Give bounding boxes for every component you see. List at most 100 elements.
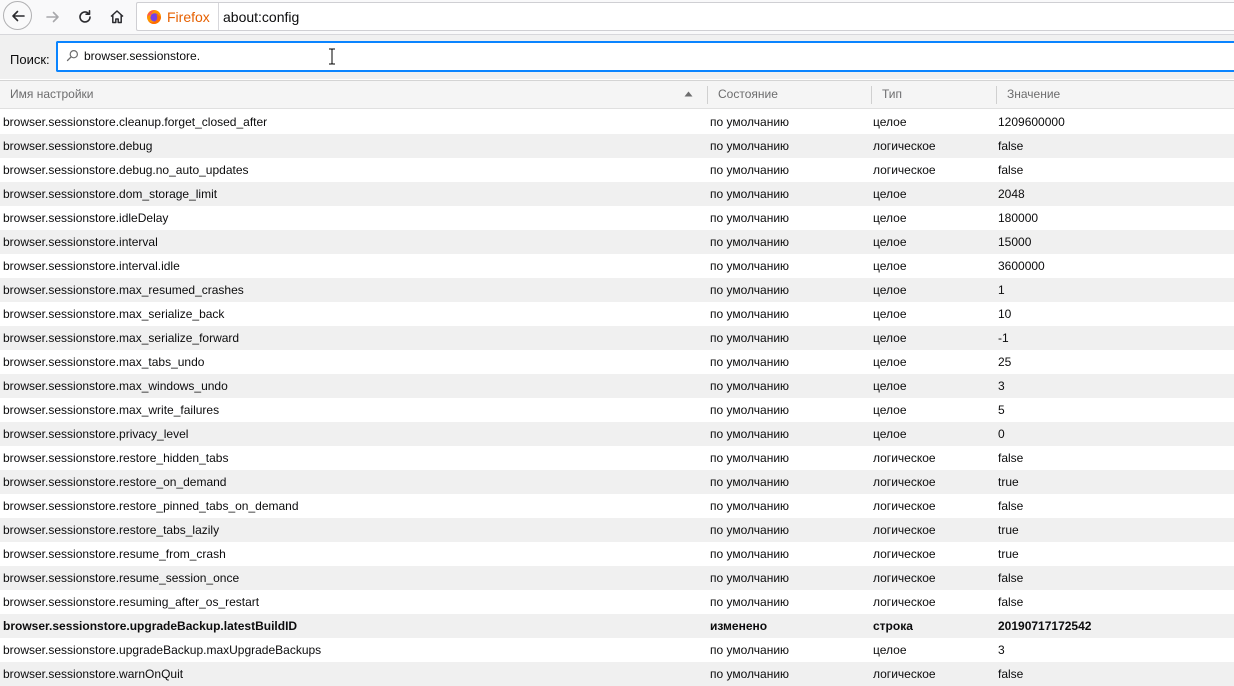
pref-name-cell: browser.sessionstore.max_serialize_forwa… — [3, 331, 240, 345]
pref-name-cell: browser.sessionstore.interval.idle — [3, 259, 180, 273]
pref-value-cell: false — [998, 163, 1024, 177]
pref-value-cell: 15000 — [998, 235, 1032, 249]
pref-value-cell: 1 — [998, 283, 1005, 297]
table-row[interactable]: browser.sessionstore.restore_tabs_lazily… — [0, 518, 1234, 542]
table-row[interactable]: browser.sessionstore.upgradeBackup.lates… — [0, 614, 1234, 638]
search-icon — [66, 49, 79, 62]
pref-type-cell: целое — [873, 115, 907, 129]
pref-status-cell: по умолчанию — [710, 163, 790, 177]
home-button[interactable] — [102, 2, 132, 32]
pref-name-cell: browser.sessionstore.restore_tabs_lazily — [3, 523, 220, 537]
back-button[interactable] — [3, 1, 32, 30]
sort-ascending-icon — [684, 91, 693, 97]
table-row[interactable]: browser.sessionstore.interval.idle по умо… — [0, 254, 1234, 278]
table-row[interactable]: browser.sessionstore.max_serialize_forwa… — [0, 326, 1234, 350]
pref-name-cell: browser.sessionstore.resume_from_crash — [3, 547, 226, 561]
table-row[interactable]: browser.sessionstore.dom_storage_limit по… — [0, 182, 1234, 206]
pref-name-cell: browser.sessionstore.max_serialize_back — [3, 307, 225, 321]
firefox-logo-icon — [147, 9, 161, 24]
pref-type-cell: целое — [873, 259, 907, 273]
pref-type-cell: целое — [873, 331, 907, 345]
pref-type-cell: логическое — [873, 451, 936, 465]
pref-value-cell: false — [998, 595, 1024, 609]
pref-name-cell: browser.sessionstore.restore_on_demand — [3, 475, 227, 489]
pref-value-cell: 2048 — [998, 187, 1025, 201]
pref-name-cell: browser.sessionstore.warnOnQuit — [3, 667, 184, 681]
table-row[interactable]: browser.sessionstore.warnOnQuit по умолча… — [0, 662, 1234, 686]
table-row[interactable]: browser.sessionstore.debug.no_auto_updat… — [0, 158, 1234, 182]
table-row[interactable]: browser.sessionstore.resume_session_once… — [0, 566, 1234, 590]
pref-status-cell: по умолчанию — [710, 139, 790, 153]
search-input[interactable] — [84, 48, 1184, 64]
pref-name-cell: browser.sessionstore.max_windows_undo — [3, 379, 228, 393]
table-row[interactable]: browser.sessionstore.max_write_failures п… — [0, 398, 1234, 422]
pref-status-cell: по умолчанию — [710, 307, 790, 321]
search-box[interactable] — [56, 41, 1234, 72]
pref-status-cell: по умолчанию — [710, 667, 790, 681]
pref-value-cell: 180000 — [998, 211, 1039, 225]
pref-value-cell: true — [998, 475, 1019, 489]
pref-status-cell: по умолчанию — [710, 187, 790, 201]
pref-type-cell: целое — [873, 211, 907, 225]
pref-type-cell: строка — [873, 619, 913, 633]
table-row[interactable]: browser.sessionstore.resume_from_crash по… — [0, 542, 1234, 566]
pref-status-cell: по умолчанию — [710, 331, 790, 345]
pref-value-cell: 10 — [998, 307, 1012, 321]
table-row[interactable]: browser.sessionstore.max_resumed_crashes… — [0, 278, 1234, 302]
pref-type-cell: логическое — [873, 499, 936, 513]
column-header-name[interactable]: Имя настройки — [0, 81, 707, 108]
pref-type-cell: целое — [873, 403, 907, 417]
pref-value-cell: 5 — [998, 403, 1005, 417]
pref-status-cell: по умолчанию — [710, 547, 790, 561]
table-row[interactable]: browser.sessionstore.upgradeBackup.maxUp… — [0, 638, 1234, 662]
table-row[interactable]: browser.sessionstore.restore_on_demand по… — [0, 470, 1234, 494]
identity-box[interactable]: Firefox — [137, 3, 219, 30]
pref-name-cell: browser.sessionstore.resuming_after_os_r… — [3, 595, 260, 609]
config-tree[interactable]: Имя настройки Состояние Тип Значение bro… — [0, 80, 1234, 686]
pref-status-cell: по умолчанию — [710, 115, 790, 129]
pref-value-cell: false — [998, 499, 1024, 513]
pref-type-cell: целое — [873, 379, 907, 393]
column-header-type[interactable]: Тип — [872, 81, 996, 108]
pref-name-cell: browser.sessionstore.max_write_failures — [3, 403, 220, 417]
pref-name-cell: browser.sessionstore.upgradeBackup.lates… — [3, 619, 298, 633]
table-row[interactable]: browser.sessionstore.restore_hidden_tabs… — [0, 446, 1234, 470]
pref-name-cell: browser.sessionstore.debug — [3, 139, 153, 153]
search-label: Поиск: — [10, 52, 50, 67]
pref-name-cell: browser.sessionstore.cleanup.forget_clos… — [3, 115, 268, 129]
pref-type-cell: целое — [873, 643, 907, 657]
pref-status-cell: по умолчанию — [710, 571, 790, 585]
table-row[interactable]: browser.sessionstore.resuming_after_os_r… — [0, 590, 1234, 614]
table-row[interactable]: browser.sessionstore.debug по умолчанию ло… — [0, 134, 1234, 158]
forward-button[interactable] — [38, 2, 68, 32]
pref-status-cell: изменено — [710, 619, 768, 633]
url-bar[interactable]: Firefox about:config — [136, 2, 1234, 31]
table-row[interactable]: browser.sessionstore.idleDelay по умолчан… — [0, 206, 1234, 230]
pref-value-cell: false — [998, 667, 1024, 681]
table-row[interactable]: browser.sessionstore.max_serialize_back п… — [0, 302, 1234, 326]
table-row[interactable]: browser.sessionstore.cleanup.forget_clos… — [0, 110, 1234, 134]
reload-button[interactable] — [70, 2, 100, 32]
pref-status-cell: по умолчанию — [710, 235, 790, 249]
pref-value-cell: 20190717172542 — [998, 619, 1092, 633]
table-row[interactable]: browser.sessionstore.max_tabs_undo по умо… — [0, 350, 1234, 374]
pref-type-cell: целое — [873, 355, 907, 369]
pref-type-cell: целое — [873, 235, 907, 249]
table-row[interactable]: browser.sessionstore.interval по умолчани… — [0, 230, 1234, 254]
pref-status-cell: по умолчанию — [710, 499, 790, 513]
url-text[interactable]: about:config — [223, 9, 299, 25]
reload-icon — [79, 10, 91, 23]
pref-name-cell: browser.sessionstore.dom_storage_limit — [3, 187, 218, 201]
column-header-status[interactable]: Состояние — [708, 81, 871, 108]
pref-value-cell: false — [998, 451, 1024, 465]
pref-type-cell: целое — [873, 307, 907, 321]
table-row[interactable]: browser.sessionstore.restore_pinned_tabs… — [0, 494, 1234, 518]
table-row[interactable]: browser.sessionstore.privacy_level по умо… — [0, 422, 1234, 446]
pref-status-cell: по умолчанию — [710, 643, 790, 657]
table-row[interactable]: browser.sessionstore.max_windows_undo по … — [0, 374, 1234, 398]
pref-value-cell: -1 — [998, 331, 1009, 345]
column-header-value[interactable]: Значение — [997, 81, 1234, 108]
pref-status-cell: по умолчанию — [710, 427, 790, 441]
pref-type-cell: логическое — [873, 667, 936, 681]
navigation-toolbar: Firefox about:config — [0, 0, 1234, 35]
